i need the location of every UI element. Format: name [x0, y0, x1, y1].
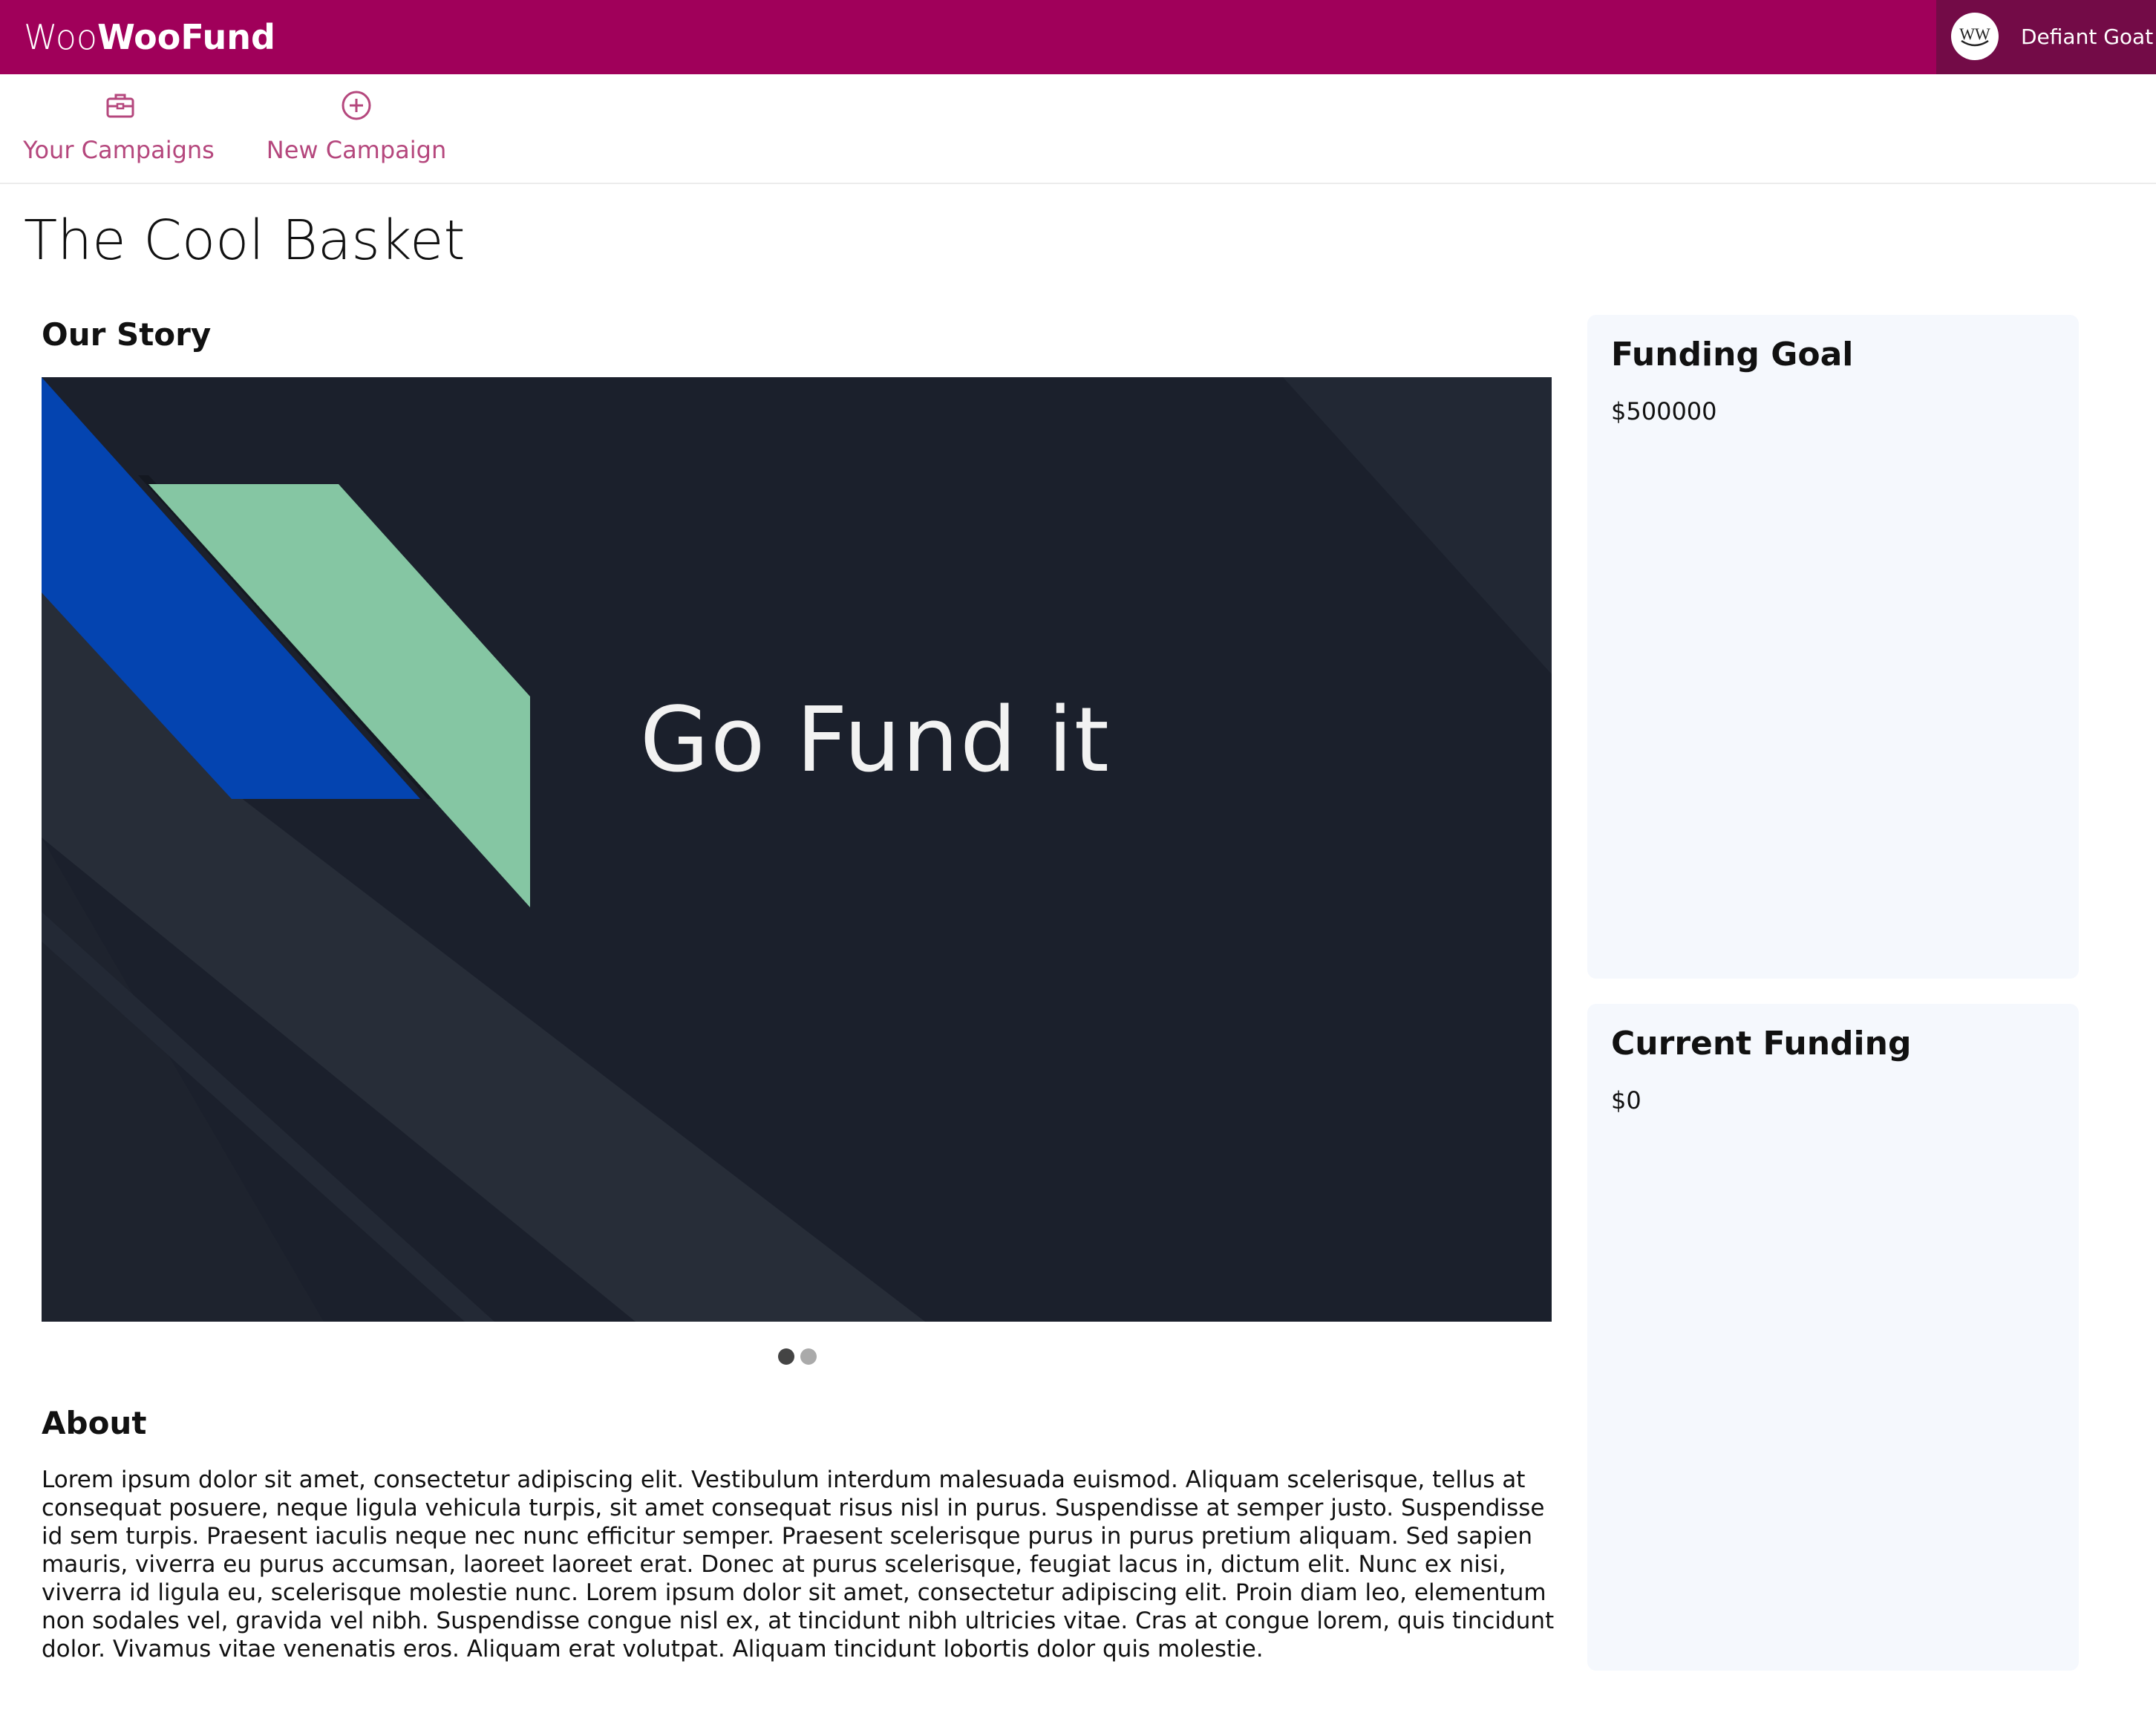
- brand-logo-bold: WooFund: [97, 17, 275, 57]
- nav-your-campaigns-label: Your Campaigns: [23, 136, 215, 164]
- brand-logo[interactable]: WooWooFund: [24, 9, 275, 65]
- funding-goal-card: Funding Goal $500000: [1587, 315, 2079, 979]
- story-carousel[interactable]: Go Fund it: [42, 377, 1552, 1322]
- top-bar: WooWooFund WW Defiant Goat: [0, 0, 2156, 74]
- nav-new-campaign[interactable]: New Campaign: [261, 88, 451, 171]
- avatar[interactable]: WW: [1951, 13, 1999, 60]
- current-funding-card: Current Funding $0: [1587, 1004, 2079, 1671]
- nav-your-campaigns[interactable]: Your Campaigns: [16, 88, 221, 171]
- funding-goal-value: $500000: [1611, 397, 1717, 425]
- brand-logo-light: Woo: [24, 17, 98, 57]
- carousel-dot-2[interactable]: [800, 1348, 817, 1365]
- story-heading: Our Story: [42, 316, 212, 353]
- user-menu[interactable]: WW Defiant Goat: [1936, 0, 2156, 74]
- user-name[interactable]: Defiant Goat: [2021, 0, 2153, 74]
- current-funding-title: Current Funding: [1611, 1025, 1912, 1063]
- about-heading: About: [42, 1405, 147, 1441]
- avatar-logo-icon: WW: [1959, 25, 1990, 47]
- about-text: Lorem ipsum dolor sit amet, consectetur …: [42, 1466, 1555, 1662]
- current-funding-value: $0: [1611, 1086, 1642, 1115]
- plus-circle-icon: [339, 88, 374, 123]
- page-title: The Cool Basket: [24, 209, 466, 273]
- campaign-nav: Your Campaigns New Campaign: [0, 74, 2156, 184]
- carousel-dot-1[interactable]: [778, 1348, 794, 1365]
- slide-image: [42, 377, 1552, 1322]
- funding-goal-title: Funding Goal: [1611, 336, 1854, 373]
- avatar-initials: WW: [1959, 25, 1990, 43]
- carousel-indicators: [775, 1348, 820, 1366]
- nav-new-campaign-label: New Campaign: [266, 136, 447, 164]
- briefcase-icon: [102, 88, 138, 123]
